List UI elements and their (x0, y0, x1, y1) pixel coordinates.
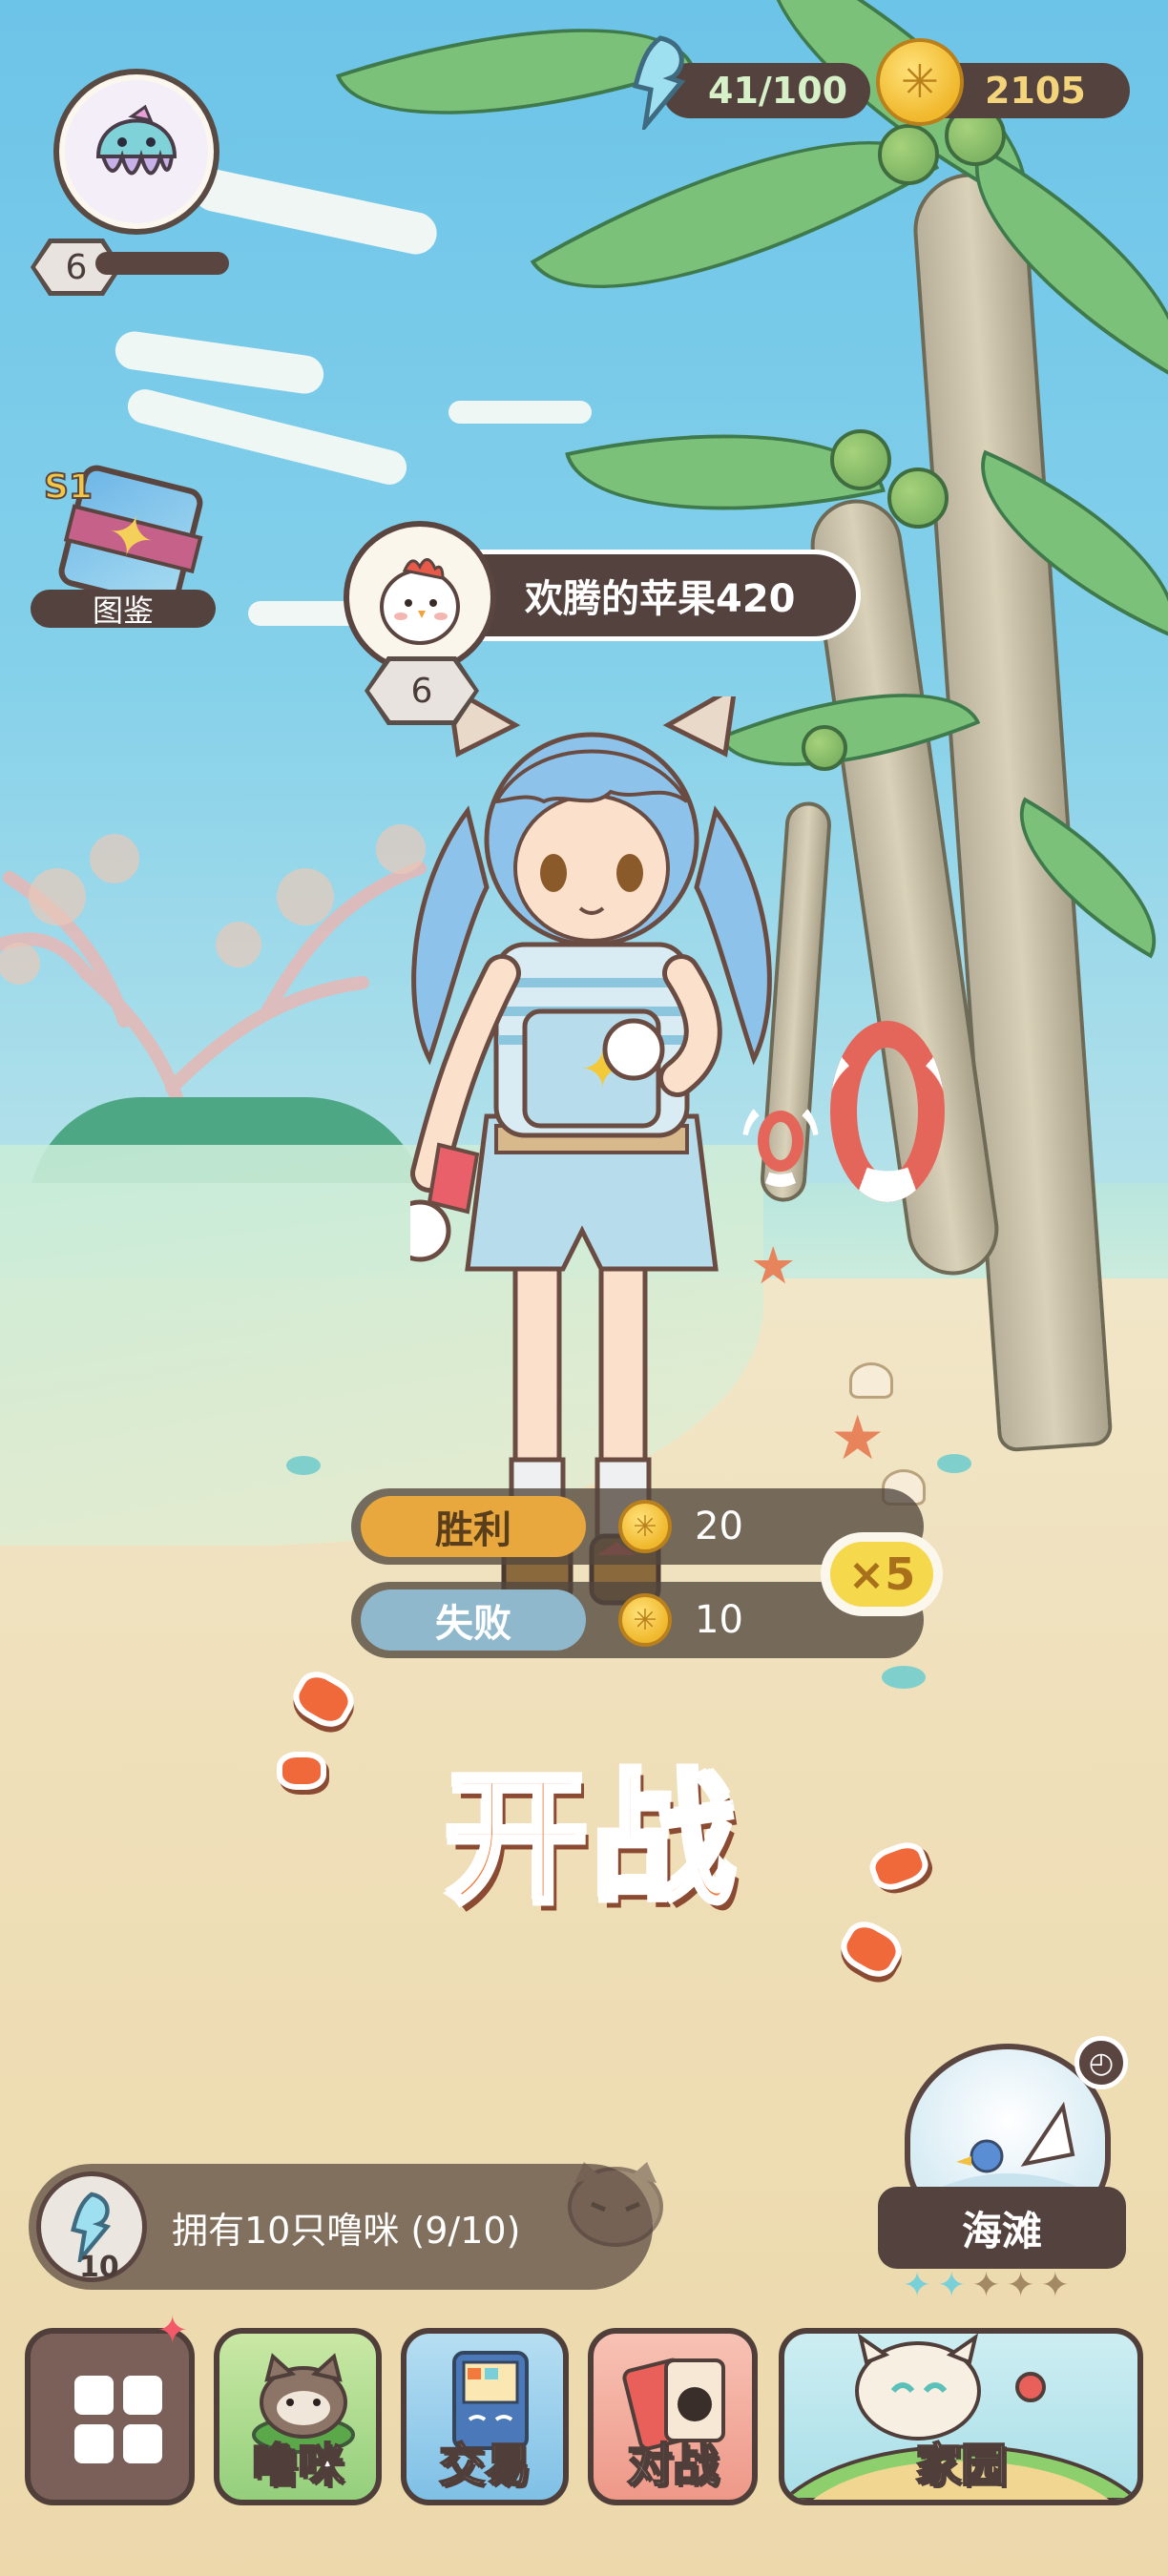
start-battle-button[interactable]: 开战 (420, 1746, 763, 1926)
coin-icon: ✳ (876, 38, 964, 126)
location-stars: ✦ ✦ ✦ ✦ ✦ (903, 2269, 1070, 2303)
win-coins: 20 (695, 1505, 743, 1548)
coin-icon: ✳ (618, 1500, 672, 1553)
codex-label: 图鉴 (31, 590, 216, 629)
pets-button[interactable]: 噜咪 (214, 2328, 382, 2505)
star-filled-icon: ✦ (937, 2266, 967, 2305)
coconut (878, 124, 939, 185)
coin-icon: ✳ (618, 1593, 672, 1647)
location-name: 海滩 (878, 2187, 1126, 2269)
lose-coins: 10 (695, 1598, 743, 1642)
start-battle-label: 开战 (442, 1755, 739, 1926)
jellyfish-avatar-icon (65, 80, 208, 223)
cloud (448, 401, 592, 424)
energy-bolt-icon (632, 35, 686, 130)
star-empty-icon: ✦ (1040, 2266, 1070, 2305)
trade-button[interactable]: 交易 (401, 2328, 569, 2505)
player-avatar[interactable] (53, 69, 219, 235)
opponent-level: 6 (369, 661, 474, 720)
xp-bar (95, 252, 229, 275)
energy-value: 41/100 (708, 70, 848, 112)
starfish: ★ (830, 1403, 886, 1474)
chicken-avatar-icon (380, 558, 460, 645)
raccoon-silhouette-icon (568, 2162, 663, 2247)
reward-multiplier-button[interactable]: ×5 (821, 1532, 943, 1616)
multiplier-value: ×5 (830, 1542, 933, 1607)
pebble (937, 1454, 971, 1473)
mission-reward-count: 10 (79, 2251, 119, 2284)
mission-text: 拥有10只噜咪 (9/10) (172, 2209, 521, 2252)
main-menu-button[interactable] (25, 2328, 195, 2505)
battle-label: 对战 (626, 2438, 720, 2493)
codex-button[interactable]: ✦ S1 图鉴 (31, 462, 221, 630)
menu-grid-icon (74, 2376, 162, 2463)
timer-icon: ◴ (1074, 2036, 1128, 2089)
paw-print-icon (277, 1752, 326, 1790)
opponent-name: 欢腾的苹果420 (468, 550, 861, 641)
lose-label: 失败 (361, 1589, 586, 1651)
season-label: S1 (43, 467, 94, 508)
star-empty-icon: ✦ (971, 2266, 1001, 2305)
seashell (849, 1362, 893, 1399)
home-button[interactable]: 家园 (779, 2328, 1143, 2505)
battle-button[interactable]: 对战 (588, 2328, 758, 2505)
star-empty-icon: ✦ (1006, 2266, 1035, 2305)
pebble (286, 1456, 321, 1475)
opponent-avatar[interactable] (344, 521, 496, 674)
notification-sparkle-icon: ✦ (156, 2309, 189, 2353)
opponent-level-badge: 6 (365, 656, 479, 725)
coconut (802, 725, 847, 771)
home-label: 家园 (914, 2438, 1008, 2493)
mission-banner[interactable]: 10 拥有10只噜咪 (9/10) (29, 2162, 663, 2290)
trade-label: 交易 (438, 2438, 532, 2493)
coconut (830, 429, 891, 490)
location-selector[interactable]: ◴ 海滩 ✦ ✦ ✦ ✦ ✦ (859, 2032, 1145, 2303)
star-filled-icon: ✦ (903, 2266, 932, 2305)
win-label: 胜利 (361, 1496, 586, 1557)
pets-label: 噜咪 (251, 2438, 344, 2493)
life-ring (830, 1021, 945, 1202)
coin-value: 2105 (985, 70, 1086, 112)
pebble (882, 1666, 926, 1689)
coconut (887, 467, 949, 529)
mission-badge: 10 (36, 2171, 147, 2284)
